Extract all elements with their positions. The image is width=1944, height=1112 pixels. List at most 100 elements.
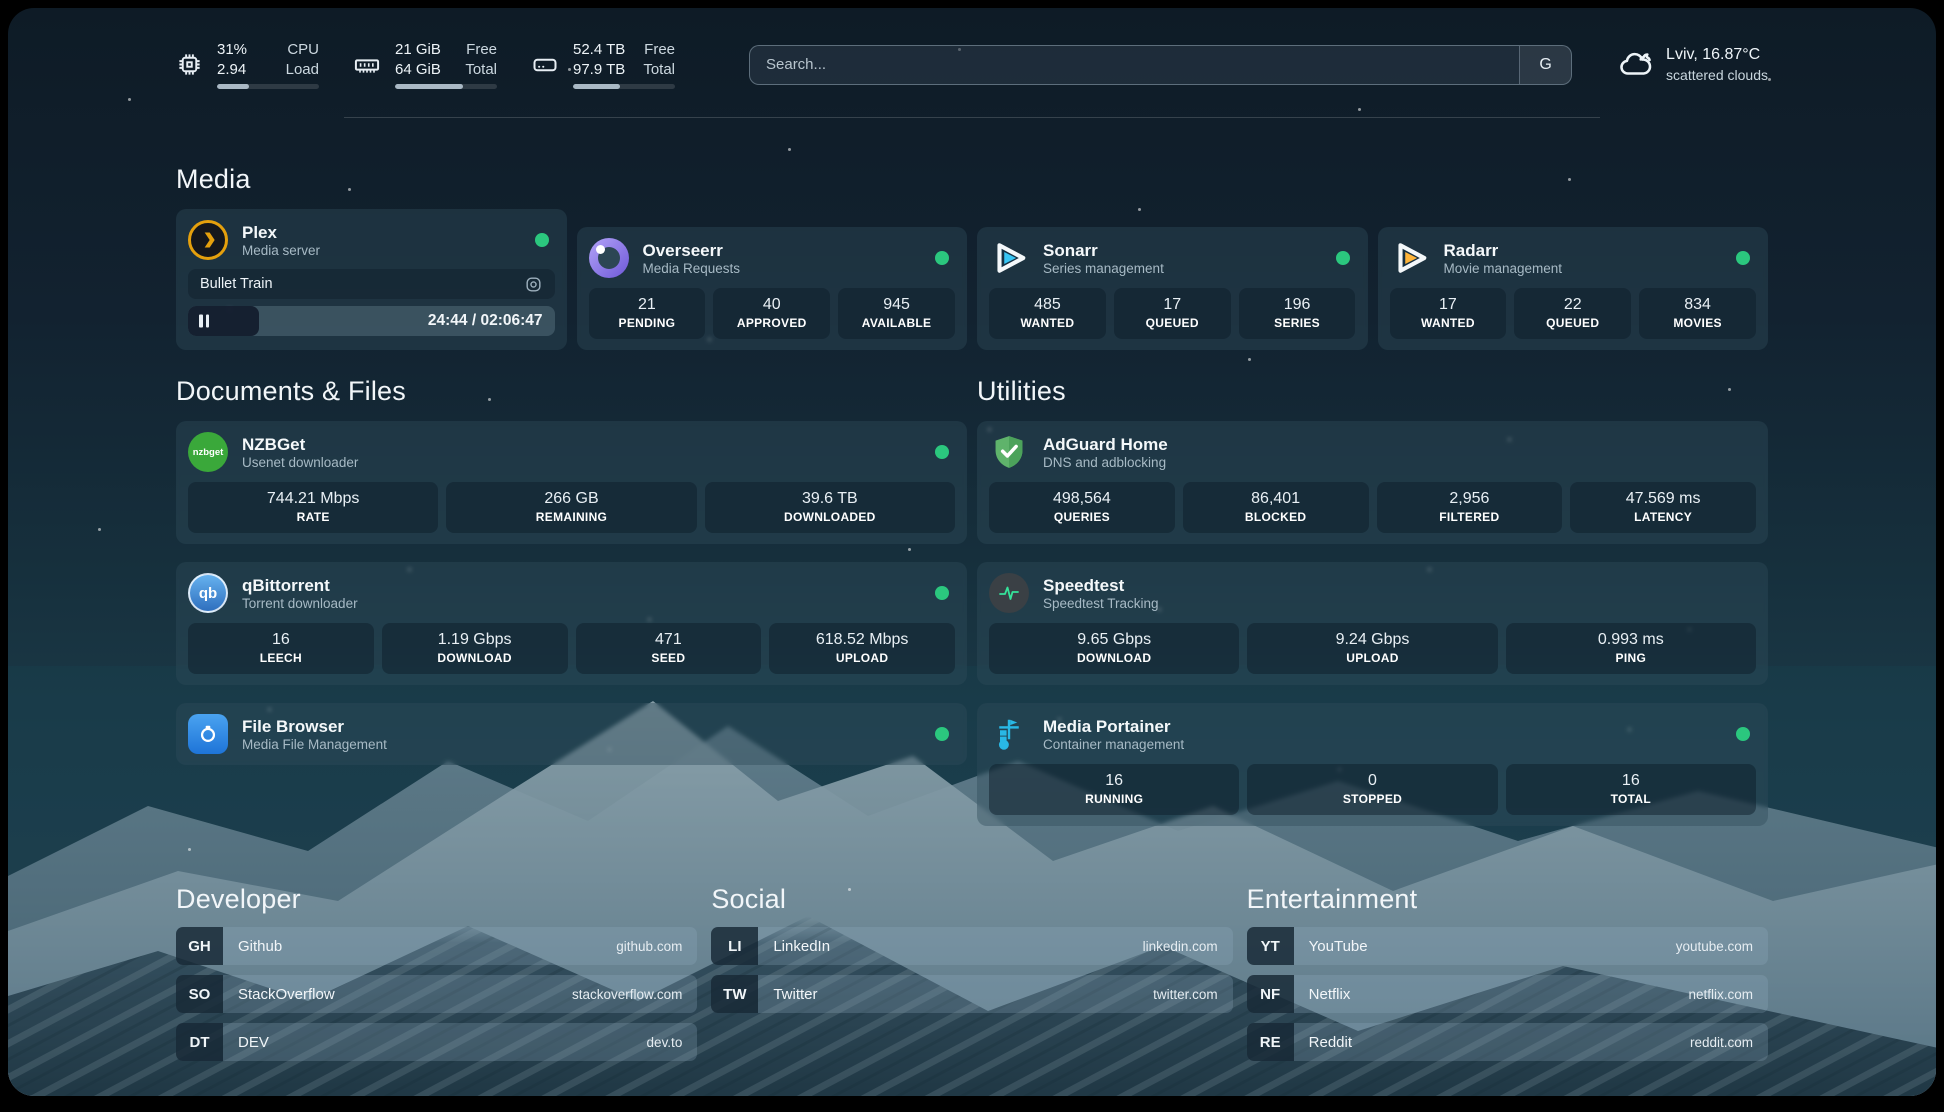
- pause-icon[interactable]: [199, 315, 209, 328]
- stat-label: TOTAL: [1510, 792, 1752, 806]
- bookmark-linkedin[interactable]: LI LinkedIn linkedin.com: [711, 927, 1232, 965]
- bookmark-name: LinkedIn: [773, 938, 830, 955]
- memory-label-top: Free: [465, 40, 497, 60]
- stat-value: 0.993 ms: [1510, 631, 1752, 649]
- qbittorrent-card[interactable]: qb qBittorrent Torrent downloader 16 LEE…: [176, 562, 967, 685]
- radarr-card[interactable]: Radarr Movie management 17 WANTED 22 QUE…: [1378, 227, 1769, 350]
- stat-value: 16: [1510, 772, 1752, 790]
- nzbget-title: NZBGet: [242, 434, 358, 455]
- plex-playback-time: 24:44 / 02:06:47: [428, 312, 543, 330]
- bookmarks-social: Social LI LinkedIn linkedin.com TW Twitt…: [711, 884, 1232, 1071]
- bookmark-abbr: LI: [711, 927, 758, 965]
- disk-progress-fill: [573, 84, 620, 89]
- stat-value: 0: [1251, 772, 1493, 790]
- radarr-subtitle: Movie management: [1444, 261, 1563, 276]
- search-bar: G: [749, 45, 1572, 85]
- stat-label: WANTED: [1394, 316, 1503, 330]
- search-input[interactable]: [750, 46, 1519, 84]
- stat-value: 945: [842, 296, 951, 314]
- stat-box: 40 APPROVED: [713, 288, 830, 339]
- speedtest-title: Speedtest: [1043, 575, 1159, 596]
- bookmark-stackoverflow[interactable]: SO StackOverflow stackoverflow.com: [176, 975, 697, 1013]
- memory-free: 21 GiB: [395, 40, 441, 60]
- radarr-status-dot: [1736, 251, 1750, 265]
- stat-box: 22 QUEUED: [1514, 288, 1631, 339]
- stat-label: QUEUED: [1118, 316, 1227, 330]
- stat-label: LATENCY: [1574, 510, 1752, 524]
- stat-label: APPROVED: [717, 316, 826, 330]
- sonarr-title: Sonarr: [1043, 240, 1164, 261]
- stat-value: 2,956: [1381, 490, 1559, 508]
- stat-label: PING: [1510, 651, 1752, 665]
- nzbget-subtitle: Usenet downloader: [242, 455, 358, 470]
- overseerr-title: Overseerr: [643, 240, 741, 261]
- bookmark-url: stackoverflow.com: [572, 987, 682, 1002]
- overseerr-status-dot: [935, 251, 949, 265]
- stat-box: 39.6 TB DOWNLOADED: [705, 482, 955, 533]
- qbittorrent-subtitle: Torrent downloader: [242, 596, 358, 611]
- cpu-label-bottom: Load: [286, 60, 319, 80]
- adguard-title: AdGuard Home: [1043, 434, 1168, 455]
- memory-progress-fill: [395, 84, 463, 89]
- stat-value: 16: [993, 772, 1235, 790]
- weather-widget: Lviv, 16.87°C scattered clouds: [1616, 44, 1768, 84]
- filebrowser-card[interactable]: File Browser Media File Management: [176, 703, 967, 765]
- bookmark-name: Reddit: [1309, 1034, 1352, 1051]
- speedtest-card[interactable]: Speedtest Speedtest Tracking 9.65 Gbps D…: [977, 562, 1768, 685]
- disk-widget: 52.4 TB 97.9 TB Free Total: [531, 40, 675, 89]
- plex-icon: [188, 220, 228, 260]
- bookmark-abbr: DT: [176, 1023, 223, 1061]
- cpu-icon: [176, 51, 203, 78]
- overseerr-subtitle: Media Requests: [643, 261, 741, 276]
- stat-box: 16 LEECH: [188, 623, 374, 674]
- adguard-card[interactable]: AdGuard Home DNS and adblocking 498,564 …: [977, 421, 1768, 544]
- bookmark-url: netflix.com: [1688, 987, 1753, 1002]
- speedtest-icon: [989, 573, 1029, 613]
- bookmark-reddit[interactable]: RE Reddit reddit.com: [1247, 1023, 1768, 1061]
- dashboard-window: 31% 2.94 CPU Load: [8, 8, 1936, 1096]
- section-heading-entertainment: Entertainment: [1247, 884, 1768, 915]
- stat-box: 0.993 ms PING: [1506, 623, 1756, 674]
- bookmark-netflix[interactable]: NF Netflix netflix.com: [1247, 975, 1768, 1013]
- cpu-label-top: CPU: [286, 40, 319, 60]
- nzbget-card[interactable]: nzbget NZBGet Usenet downloader 744.21 M…: [176, 421, 967, 544]
- stat-box: 1.19 Gbps DOWNLOAD: [382, 623, 568, 674]
- stat-label: QUERIES: [993, 510, 1171, 524]
- sonarr-card[interactable]: Sonarr Series management 485 WANTED 17 Q…: [977, 227, 1368, 350]
- bookmark-name: DEV: [238, 1034, 269, 1051]
- stat-label: DOWNLOAD: [993, 651, 1235, 665]
- filebrowser-subtitle: Media File Management: [242, 737, 387, 752]
- bookmark-name: YouTube: [1309, 938, 1368, 955]
- bookmark-url: twitter.com: [1153, 987, 1218, 1002]
- stat-box: 196 SERIES: [1239, 288, 1356, 339]
- stat-box: 498,564 QUERIES: [989, 482, 1175, 533]
- stat-label: WANTED: [993, 316, 1102, 330]
- stat-value: 498,564: [993, 490, 1171, 508]
- radarr-icon: [1390, 238, 1430, 278]
- stat-box: 16 RUNNING: [989, 764, 1239, 815]
- weather-condition: scattered clouds: [1666, 66, 1768, 85]
- plex-card[interactable]: Plex Media server Bullet Train: [176, 209, 567, 350]
- search-provider-button[interactable]: G: [1519, 46, 1571, 84]
- stat-value: 17: [1394, 296, 1503, 314]
- portainer-status-dot: [1736, 727, 1750, 741]
- overseerr-card[interactable]: Overseerr Media Requests 21 PENDING 40 A…: [577, 227, 968, 350]
- bookmark-abbr: SO: [176, 975, 223, 1013]
- bookmark-dev[interactable]: DT DEV dev.to: [176, 1023, 697, 1061]
- bookmark-github[interactable]: GH Github github.com: [176, 927, 697, 965]
- portainer-card[interactable]: Media Portainer Container management 16 …: [977, 703, 1768, 826]
- stat-label: STOPPED: [1251, 792, 1493, 806]
- disk-label-bottom: Total: [643, 60, 675, 80]
- overseerr-icon: [589, 238, 629, 278]
- stat-value: 22: [1518, 296, 1627, 314]
- stat-value: 744.21 Mbps: [192, 490, 434, 508]
- bookmark-youtube[interactable]: YT YouTube youtube.com: [1247, 927, 1768, 965]
- adguard-subtitle: DNS and adblocking: [1043, 455, 1168, 470]
- portainer-icon: [989, 714, 1029, 754]
- sonarr-status-dot: [1336, 251, 1350, 265]
- bookmark-name: Twitter: [773, 986, 817, 1003]
- bookmark-twitter[interactable]: TW Twitter twitter.com: [711, 975, 1232, 1013]
- stat-label: AVAILABLE: [842, 316, 951, 330]
- memory-progress-track: [395, 84, 497, 89]
- stat-box: 266 GB REMAINING: [446, 482, 696, 533]
